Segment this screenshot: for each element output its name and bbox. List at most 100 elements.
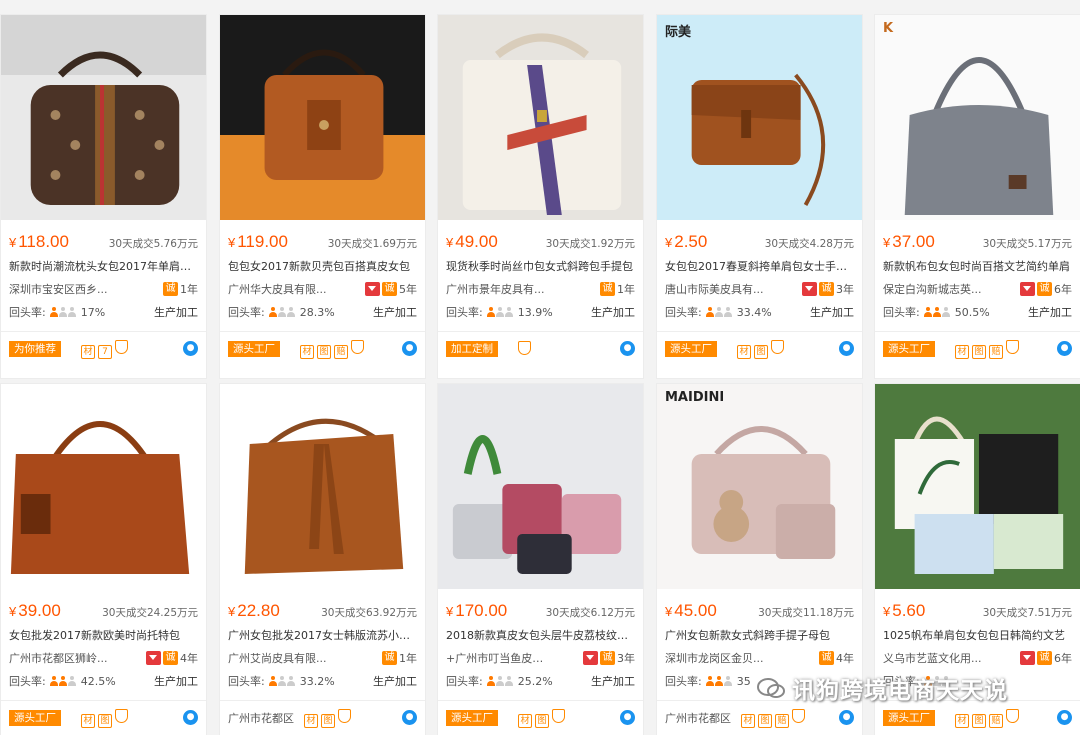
person-icon	[923, 306, 932, 317]
product-card[interactable]: ¥39.00 30天成交24.25万元 女包批发2017新款欧美时尚托特包 广州市…	[0, 383, 207, 735]
repurchase-rate: 42.5%	[80, 675, 116, 688]
product-image[interactable]	[875, 384, 1080, 589]
product-card[interactable]: ¥170.00 30天成交6.12万元 2018新款真皮女包头层牛皮荔枝纹手提包 …	[437, 383, 644, 735]
service-badge-icon: 材	[955, 713, 969, 728]
product-title[interactable]: 新款时尚潮流枕头女包2017年单肩斜挎包	[9, 258, 198, 274]
product-image[interactable]	[1, 384, 206, 589]
service-icons: 材7	[81, 339, 131, 359]
divider	[875, 331, 1080, 332]
wangwang-chat-icon[interactable]: ●	[402, 341, 417, 356]
divider	[438, 700, 643, 701]
wangwang-chat-icon[interactable]: ●	[839, 710, 854, 725]
wangwang-chat-icon[interactable]: ●	[402, 710, 417, 725]
product-card[interactable]: K ¥37.00 30天成交5.17万元 新款帆布包女包时尚百搭文艺简约单肩 保定…	[874, 14, 1080, 379]
product-image[interactable]: 际美	[657, 15, 862, 220]
product-title[interactable]: 包包女2017新款贝壳包百搭真皮女包	[228, 258, 417, 274]
product-title[interactable]: 现货秋季时尚丝巾包女式斜跨包手提包	[446, 258, 635, 274]
product-title[interactable]: 2018新款真皮女包头层牛皮荔枝纹手提包	[446, 627, 635, 643]
divider	[220, 700, 425, 701]
product-image[interactable]: MAIDINI	[657, 384, 862, 589]
service-badge-icon: 材	[81, 344, 95, 359]
divider	[438, 331, 643, 332]
divider	[1, 700, 206, 701]
shield-icon	[771, 339, 784, 354]
supplier-location[interactable]: 义乌市艺蓝文化用...	[883, 650, 982, 666]
product-title[interactable]: 女包包2017春夏斜挎单肩包女士手提包	[665, 258, 854, 274]
footer-tag[interactable]: 源头工厂	[665, 341, 717, 357]
product-image[interactable]	[1, 15, 206, 220]
supplier-location[interactable]: 广州艾尚皮具有限...	[228, 650, 327, 666]
bag-image-icon	[1, 384, 206, 589]
wangwang-chat-icon[interactable]: ●	[620, 710, 635, 725]
footer-tag[interactable]: 源头工厂	[446, 710, 498, 726]
footer-tag[interactable]: 为你推荐	[9, 341, 61, 357]
sales-volume: 30天成交11.18万元	[758, 607, 854, 619]
wangwang-chat-icon[interactable]: ●	[1057, 710, 1072, 725]
product-card[interactable]: ¥22.80 30天成交63.92万元 广州女包批发2017女士韩版流苏小水桶包 …	[219, 383, 426, 735]
cheng-badge-icon: 诚	[1037, 651, 1052, 665]
product-card[interactable]: ¥49.00 30天成交1.92万元 现货秋季时尚丝巾包女式斜跨包手提包 广州市景…	[437, 14, 644, 379]
person-icon	[504, 675, 513, 686]
product-image[interactable]	[438, 384, 643, 589]
business-type: 生产加工	[591, 675, 635, 688]
shield-icon	[338, 708, 351, 723]
sales-volume: 30天成交1.69万元	[327, 238, 417, 250]
repurchase-person-icon	[268, 675, 296, 689]
wangwang-chat-icon[interactable]: ●	[183, 341, 198, 356]
footer-tag[interactable]: 源头工厂	[228, 341, 280, 357]
product-title[interactable]: 广州女包批发2017女士韩版流苏小水桶包	[228, 627, 417, 643]
service-badge-icon: 赔	[989, 713, 1003, 728]
supplier-location[interactable]: 唐山市际美皮具有...	[665, 281, 764, 297]
supplier-location[interactable]: 深圳市宝安区西乡...	[9, 281, 108, 297]
footer-tag[interactable]: 源头工厂	[883, 710, 935, 726]
product-title[interactable]: 女包批发2017新款欧美时尚托特包	[9, 627, 198, 643]
service-badge-icon: 赔	[775, 713, 789, 728]
product-card[interactable]: 际美 ¥2.50 30天成交4.28万元 女包包2017春夏斜挎单肩包女士手提包 …	[656, 14, 863, 379]
supplier-location[interactable]: 广州市景年皮具有...	[446, 281, 545, 297]
footer-tag[interactable]: 加工定制	[446, 341, 498, 357]
wangwang-chat-icon[interactable]: ●	[183, 710, 198, 725]
service-badge-icon: 图	[321, 713, 335, 728]
shield-icon	[1006, 708, 1019, 723]
shield-icon	[552, 708, 565, 723]
supplier-location[interactable]: 保定白沟新城志英...	[883, 281, 982, 297]
footer-location: 广州市花都区	[665, 712, 731, 725]
wangwang-chat-icon[interactable]: ●	[839, 341, 854, 356]
product-image[interactable]	[220, 15, 425, 220]
supplier-location[interactable]: +广州市叮当鱼皮具...	[446, 650, 551, 666]
service-badge-icon: 图	[535, 713, 549, 728]
product-card[interactable]: ¥119.00 30天成交1.69万元 包包女2017新款贝壳包百搭真皮女包 广州…	[219, 14, 426, 379]
years-badge: 3年	[836, 283, 854, 296]
supplier-location[interactable]: 深圳市龙岗区金贝...	[665, 650, 764, 666]
price: ¥22.80	[228, 601, 280, 620]
footer-tag[interactable]: 源头工厂	[883, 341, 935, 357]
years-badge: 6年	[1054, 283, 1072, 296]
supplier-location[interactable]: 广州华大皮具有限...	[228, 281, 327, 297]
product-card[interactable]: ¥118.00 30天成交5.76万元 新款时尚潮流枕头女包2017年单肩斜挎包 …	[0, 14, 207, 379]
sales-volume: 30天成交24.25万元	[102, 607, 198, 619]
service-badge-icon: 材	[737, 344, 751, 359]
wangwang-chat-icon[interactable]: ●	[1057, 341, 1072, 356]
product-title[interactable]: 广州女包新款女式斜跨手提子母包	[665, 627, 854, 643]
divider	[220, 331, 425, 332]
shield-icon	[351, 339, 364, 354]
product-image[interactable]	[438, 15, 643, 220]
repurchase-rate: 17%	[80, 306, 106, 319]
product-image[interactable]: K	[875, 15, 1080, 220]
service-badge-icon: 材	[518, 713, 532, 728]
supplier-location[interactable]: 广州市花都区狮岭...	[9, 650, 108, 666]
person-icon	[58, 306, 67, 317]
footer-tag[interactable]: 源头工厂	[9, 710, 61, 726]
divider	[657, 331, 862, 332]
product-image[interactable]	[220, 384, 425, 589]
years-badge: 5年	[399, 283, 417, 296]
product-title[interactable]: 1025帆布单肩包女包包日韩简约文艺	[883, 627, 1072, 643]
business-type: 生产加工	[154, 306, 198, 319]
years-badge: 6年	[1054, 652, 1072, 665]
brand-logo: K	[883, 21, 894, 36]
product-title[interactable]: 新款帆布包女包时尚百搭文艺简约单肩	[883, 258, 1072, 274]
repurchase-label: 回头率:	[446, 675, 483, 688]
person-icon	[941, 306, 950, 317]
person-icon	[495, 675, 504, 686]
wangwang-chat-icon[interactable]: ●	[620, 341, 635, 356]
